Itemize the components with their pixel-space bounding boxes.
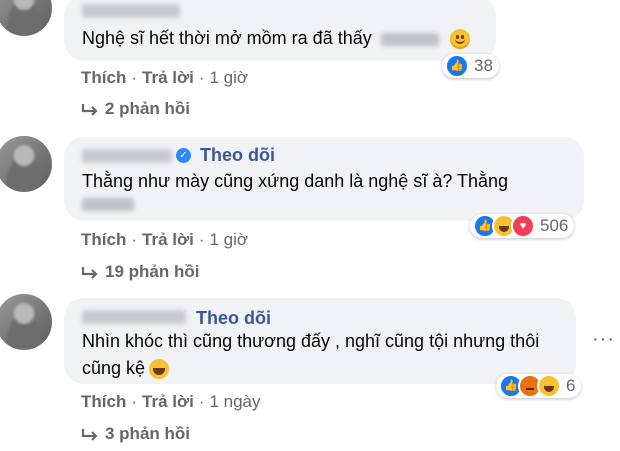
verified-badge-icon: ✓ [176,148,191,163]
comment-actions: Thích · Trả lời · 1 giờ [81,68,249,87]
comment-text-line-2: cũng kệ [82,358,170,380]
laughing-emoji-icon [149,359,170,380]
comment-text: Nghệ sĩ hết thời mở mồm ra đã thấy [82,28,470,50]
reaction-count: 6 [566,376,576,395]
reply-arrow-icon [81,428,98,441]
timestamp[interactable]: 1 ngày [209,392,260,411]
reaction-count: 506 [540,216,569,235]
comment-text: Nhìn khóc thì cũng thương đấy , nghĩ cũn… [82,331,540,351]
reaction-summary[interactable]: 👍 ♥ 506 [470,214,575,238]
comment-bubble: Nghệ sĩ hết thời mở mồm ra đã thấy [64,0,496,61]
like-reaction-icon: 👍 [445,54,469,78]
like-button[interactable]: Thích [81,68,126,87]
avatar[interactable] [0,136,52,192]
view-replies-button[interactable]: 2 phản hồi [81,99,190,119]
comment-actions: Thích · Trả lời · 1 ngày [81,392,261,411]
censored-word [82,198,134,211]
author-name[interactable] [82,310,186,324]
comment-bubble: ✓ Theo dõi Thằng như mày cũng xứng danh … [64,137,584,221]
follow-button[interactable]: Theo dõi [196,308,271,329]
reply-arrow-icon [81,103,98,116]
reply-button[interactable]: Trả lời [142,68,194,87]
more-options-icon[interactable]: ··· [592,328,615,351]
like-button[interactable]: Thích [81,230,126,249]
reply-button[interactable]: Trả lời [142,230,194,249]
view-replies-button[interactable]: 19 phản hồi [81,262,199,282]
timestamp[interactable]: 1 giờ [209,68,248,87]
timestamp[interactable]: 1 giờ [209,230,248,249]
comment-actions: Thích · Trả lời · 1 giờ [81,230,249,249]
haha-reaction-icon [537,374,561,398]
reaction-summary[interactable]: 👍 38 [442,54,499,78]
comment-text: Thằng như mày cũng xứng danh là nghệ sĩ … [82,171,509,191]
love-reaction-icon: ♥ [511,214,535,238]
reply-arrow-icon [81,266,98,279]
censored-word [380,32,439,46]
like-button[interactable]: Thích [81,392,126,411]
follow-button[interactable]: Theo dõi [200,145,275,166]
author-name[interactable] [82,4,180,18]
reaction-summary[interactable]: 👍 6 [496,374,582,398]
avatar[interactable] [0,0,52,36]
smiley-emoji-icon [449,29,470,50]
avatar[interactable] [0,294,52,350]
reply-button[interactable]: Trả lời [142,392,194,411]
author-name[interactable] [82,149,172,163]
view-replies-button[interactable]: 3 phản hồi [81,424,190,444]
reaction-count: 38 [474,56,493,75]
comment-bubble: Theo dõi Nhìn khóc thì cũng thương đấy ,… [64,298,576,384]
